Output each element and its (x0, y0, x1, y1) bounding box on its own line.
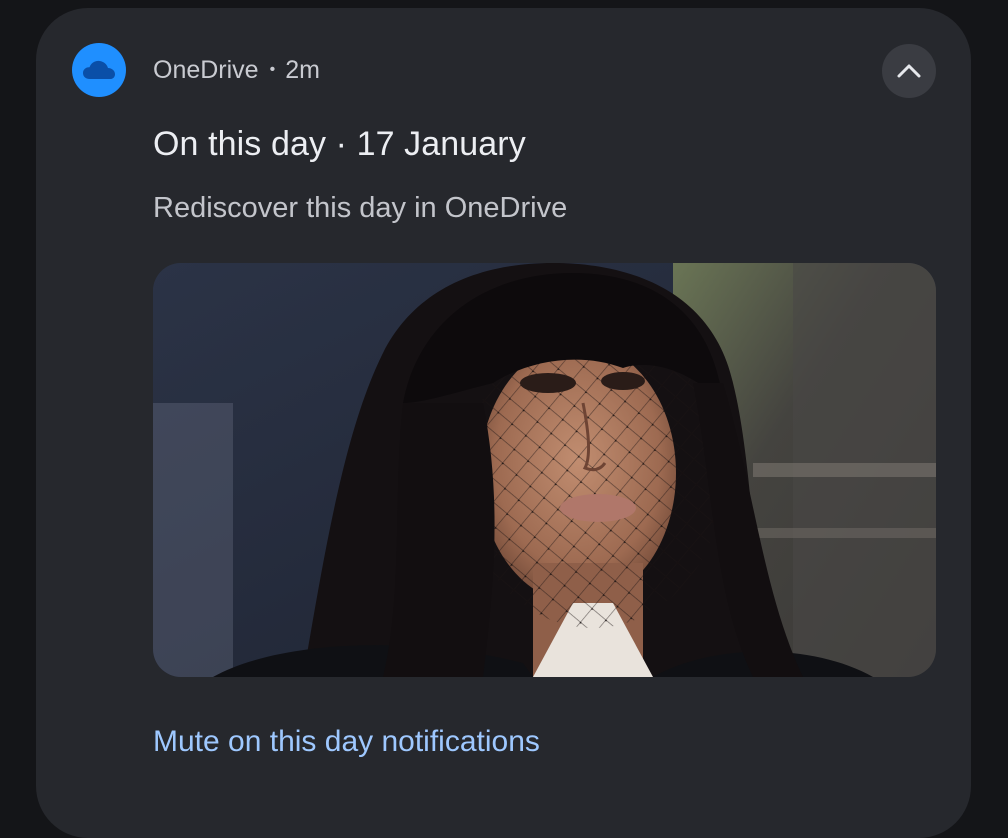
collapse-button[interactable] (882, 44, 936, 98)
memory-photo[interactable] (153, 263, 936, 677)
notification-header: OneDrive • 2m (153, 55, 320, 85)
app-name: OneDrive (153, 55, 259, 84)
header-separator: • (269, 61, 276, 78)
mute-notifications-button[interactable]: Mute on this day notifications (153, 725, 540, 759)
onedrive-cloud-icon (72, 43, 126, 97)
notification-title: On this day · 17 January (153, 125, 526, 163)
chevron-up-icon (897, 64, 921, 78)
notification-body: Rediscover this day in OneDrive (153, 192, 568, 224)
timestamp: 2m (285, 55, 320, 84)
